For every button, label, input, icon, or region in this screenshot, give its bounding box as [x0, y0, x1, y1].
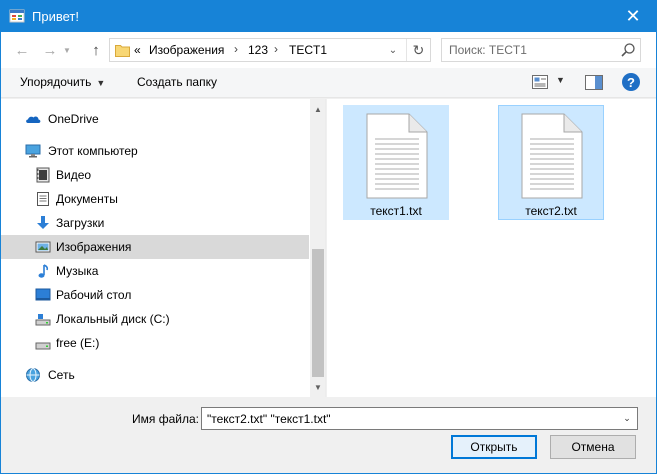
sidebar-item-label: Музыка: [56, 264, 99, 278]
file-name: текст2.txt: [525, 204, 577, 218]
sidebar-item-label: Сеть: [48, 368, 75, 382]
forward-arrow-icon: →: [42, 41, 58, 59]
sidebar-item-this-pc[interactable]: Этот компьютер: [1, 139, 309, 163]
app-window-icon: [9, 9, 25, 23]
filename-field[interactable]: "текст2.txt" "текст1.txt" ⌄: [201, 407, 638, 430]
file-name: текст1.txt: [370, 204, 422, 218]
sidebar-item-downloads[interactable]: Загрузки: [1, 211, 309, 235]
network-icon: [26, 368, 40, 382]
breadcrumb-separator[interactable]: ›: [274, 42, 278, 56]
filename-label: Имя файла:: [132, 412, 199, 426]
filename-dropdown-button[interactable]: ⌄: [617, 408, 637, 429]
sidebar-item-desktop[interactable]: Рабочий стол: [1, 283, 309, 307]
sidebar-item-label: free (E:): [56, 336, 100, 350]
sidebar-item-label: Загрузки: [56, 216, 105, 230]
nav-pane-scrollbar[interactable]: ▲ ▼: [310, 99, 325, 397]
chevron-down-icon: ⌄: [388, 44, 398, 56]
breadcrumb-item[interactable]: Изображения: [149, 43, 224, 57]
back-arrow-icon: ←: [14, 41, 30, 59]
sidebar-item-local-disk-c[interactable]: Локальный диск (C:): [1, 307, 309, 331]
open-button[interactable]: Открыть: [451, 435, 537, 459]
breadcrumb-separator[interactable]: ›: [234, 42, 238, 56]
address-bar[interactable]: « Изображения › 123 › TECT1 ⌄ ↻: [109, 38, 431, 62]
change-view-icon[interactable]: [532, 75, 548, 89]
file-item[interactable]: текст2.txt: [498, 105, 604, 220]
computer-icon: [25, 144, 41, 158]
sidebar-item-pictures[interactable]: Изображения: [1, 235, 309, 259]
refresh-icon: ↻: [412, 41, 425, 58]
organize-button[interactable]: Упорядочить ▼: [20, 75, 105, 89]
sidebar-item-label: Локальный диск (C:): [56, 312, 170, 326]
chevron-down-icon: ⌄: [623, 413, 631, 423]
desktop-icon: [35, 288, 51, 301]
sidebar-item-label: Рабочий стол: [56, 288, 132, 302]
pictures-icon: [35, 241, 51, 253]
refresh-button[interactable]: ↻: [406, 39, 430, 61]
forward-button[interactable]: →: [39, 39, 61, 61]
up-button[interactable]: ↑: [85, 39, 107, 61]
search-icon[interactable]: [620, 42, 636, 58]
scroll-down-button[interactable]: ▼: [310, 379, 325, 395]
filename-value[interactable]: "текст2.txt" "текст1.txt": [207, 412, 331, 426]
arrow-up-icon: ▲: [314, 104, 322, 114]
sidebar-item-network[interactable]: Сеть: [1, 363, 309, 387]
sidebar-item-video[interactable]: Видео: [1, 163, 309, 187]
text-file-icon: [521, 113, 583, 199]
help-icon[interactable]: ?: [622, 73, 640, 91]
scrollbar-thumb[interactable]: [312, 249, 324, 377]
sidebar-item-label: Видео: [56, 168, 92, 182]
arrow-down-icon: ▼: [314, 382, 322, 392]
sidebar-item-documents[interactable]: Документы: [1, 187, 309, 211]
up-arrow-icon: ↑: [92, 41, 100, 59]
preview-pane-icon[interactable]: [585, 75, 603, 90]
title-bar[interactable]: Привет! ✕: [1, 1, 656, 32]
onedrive-icon: [26, 116, 41, 123]
cancel-button-label: Отмена: [571, 440, 615, 454]
sidebar-item-onedrive[interactable]: OneDrive: [1, 107, 309, 131]
sidebar-item-label: Изображения: [56, 240, 132, 254]
navigation-bar: ← → ▼ ↑ « Изображения › 123 › TECT1 ⌄ ↻: [1, 32, 656, 68]
file-item[interactable]: текст1.txt: [343, 105, 449, 220]
scroll-up-button[interactable]: ▲: [310, 101, 325, 117]
search-placeholder: Поиск: TECT1: [449, 43, 527, 57]
documents-icon: [37, 192, 49, 206]
window-title: Привет!: [32, 9, 79, 24]
view-options-dropdown[interactable]: ▼: [556, 75, 565, 85]
dialog-footer: Имя файла: "текст2.txt" "текст1.txt" ⌄ О…: [1, 397, 656, 473]
breadcrumb-item[interactable]: 123: [248, 43, 268, 57]
navigation-pane: OneDrive Этот компьютер Видео Документы …: [1, 99, 326, 397]
sidebar-item-label: OneDrive: [48, 112, 99, 126]
close-button[interactable]: ✕: [610, 1, 656, 32]
text-file-icon: [366, 113, 428, 199]
file-list[interactable]: текст1.txt текст2.txt: [327, 99, 656, 397]
sidebar-item-label: Документы: [56, 192, 118, 206]
cancel-button[interactable]: Отмена: [550, 435, 636, 459]
folder-icon: [115, 45, 130, 57]
music-icon: [38, 264, 49, 278]
breadcrumb-item[interactable]: TECT1: [289, 43, 327, 57]
address-dropdown-button[interactable]: ⌄: [381, 39, 405, 61]
back-button[interactable]: ←: [11, 39, 33, 61]
drive-icon: [35, 342, 51, 350]
search-input[interactable]: Поиск: TECT1: [441, 38, 641, 62]
new-folder-button[interactable]: Создать папку: [137, 75, 217, 89]
open-file-dialog: Привет! ✕ ← → ▼ ↑ « Изображения › 123 › …: [0, 0, 657, 474]
open-button-label: Открыть: [470, 440, 518, 454]
sidebar-item-free-e[interactable]: free (E:): [1, 331, 309, 355]
breadcrumb-overflow[interactable]: «: [134, 43, 141, 57]
recent-locations-button[interactable]: ▼: [61, 39, 73, 61]
local-disk-icon: [35, 314, 51, 326]
downloads-icon: [37, 216, 49, 229]
help-glyph: ?: [627, 74, 635, 90]
command-toolbar: Упорядочить ▼ Создать папку ▼ ?: [1, 68, 656, 98]
sidebar-item-label: Этот компьютер: [48, 144, 138, 158]
chevron-down-icon: ▼: [96, 78, 106, 88]
close-icon: ✕: [625, 6, 641, 26]
sidebar-item-music[interactable]: Музыка: [1, 259, 309, 283]
organize-label: Упорядочить: [20, 75, 92, 89]
video-icon: [36, 167, 50, 183]
chevron-down-icon: ▼: [63, 45, 71, 55]
new-folder-label: Создать папку: [137, 75, 217, 89]
